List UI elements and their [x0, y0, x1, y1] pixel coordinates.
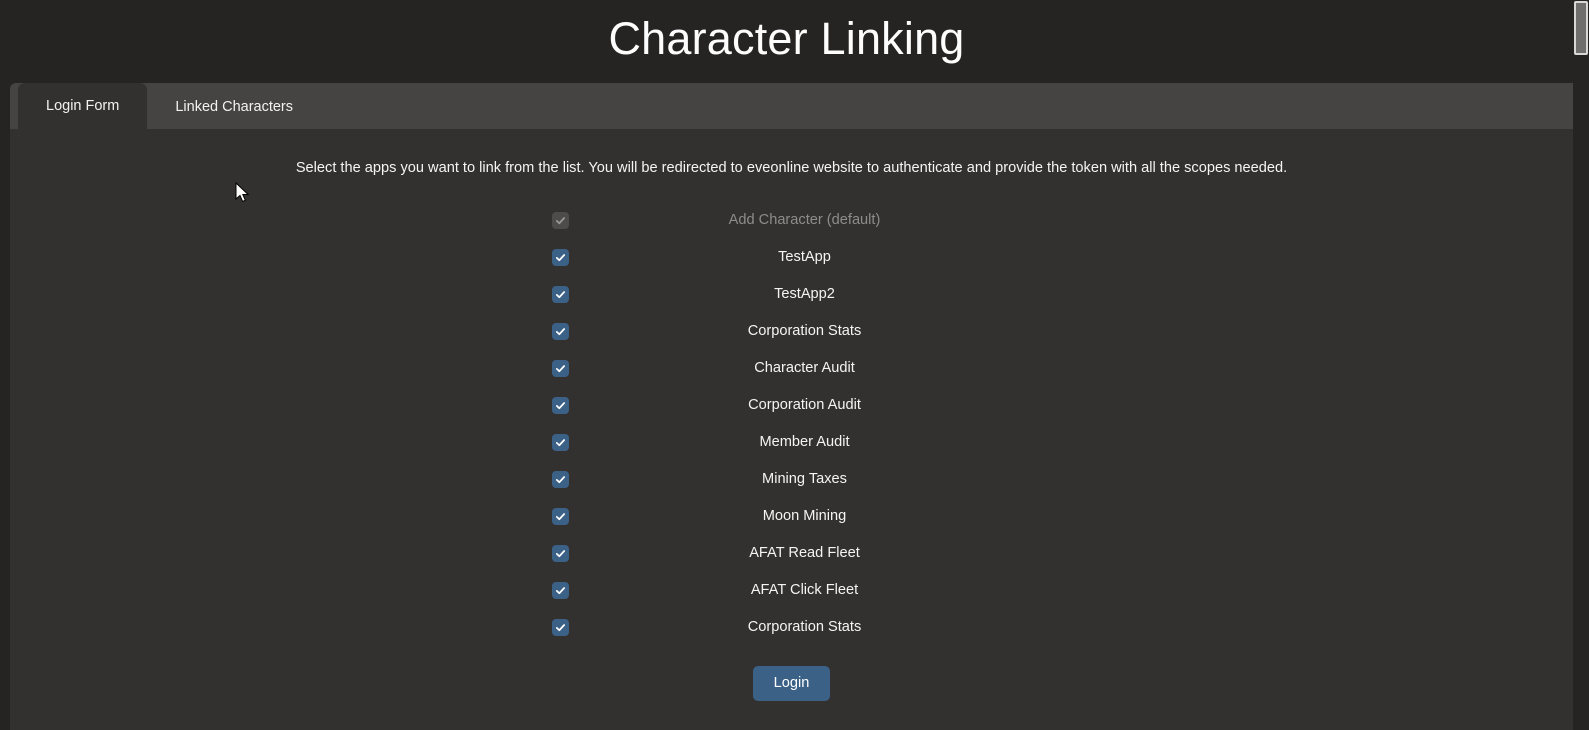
app-checkbox-testapp[interactable] — [551, 248, 569, 266]
app-row: AFAT Read Fleet — [10, 535, 1573, 572]
app-label: Add Character (default) — [728, 212, 881, 229]
checkbox-cell — [551, 433, 569, 451]
app-row: TestApp — [10, 239, 1573, 276]
page-header: Character Linking — [0, 0, 1573, 83]
app-checkbox-moon-mining[interactable] — [551, 507, 569, 525]
app-checkbox-corporation-stats[interactable] — [551, 322, 569, 340]
app-checkbox-testapp2[interactable] — [551, 285, 569, 303]
checkbox-cell — [551, 248, 569, 266]
app-label: TestApp — [778, 249, 831, 266]
checkbox-cell — [551, 211, 569, 229]
checkbox-cell — [551, 618, 569, 636]
checkbox-cell — [551, 322, 569, 340]
page-title: Character Linking — [608, 13, 965, 64]
app-label: Member Audit — [759, 434, 850, 451]
checkbox-cell — [551, 359, 569, 377]
app-row: Moon Mining — [10, 498, 1573, 535]
app-checkbox-mining-taxes[interactable] — [551, 470, 569, 488]
app-row: AFAT Click Fleet — [10, 572, 1573, 609]
page-scrollbar[interactable] — [1573, 0, 1589, 730]
tab-strip-wrapper: Login Form Linked Characters — [0, 83, 1573, 129]
app-checkbox-member-audit[interactable] — [551, 433, 569, 451]
app-row: Corporation Audit — [10, 387, 1573, 424]
app-label: AFAT Read Fleet — [749, 545, 860, 562]
app-label: Moon Mining — [762, 508, 847, 525]
app-label: Character Audit — [754, 360, 855, 377]
checkbox-cell — [551, 544, 569, 562]
checkbox-cell — [551, 285, 569, 303]
login-button[interactable]: Login — [752, 665, 831, 701]
tab-login-form[interactable]: Login Form — [18, 83, 148, 129]
app-row: Add Character (default) — [10, 202, 1573, 239]
app-row: Corporation Stats — [10, 313, 1573, 350]
app-checkbox-corporation-stats-2[interactable] — [551, 618, 569, 636]
app-checkbox-corporation-audit[interactable] — [551, 396, 569, 414]
login-form-panel: Select the apps you want to link from th… — [10, 129, 1573, 730]
app-checkbox-add-character-default — [551, 211, 569, 229]
login-button-row: Login — [10, 665, 1573, 701]
app-row: Character Audit — [10, 350, 1573, 387]
instructions-text: Select the apps you want to link from th… — [295, 160, 1288, 176]
checkbox-cell — [551, 396, 569, 414]
app-row: TestApp2 — [10, 276, 1573, 313]
app-checkbox-afat-click-fleet[interactable] — [551, 581, 569, 599]
tab-strip: Login Form Linked Characters — [10, 83, 1573, 129]
app-checkbox-list: Add Character (default) TestApp TestApp2 — [10, 202, 1573, 646]
app-label: TestApp2 — [774, 286, 835, 303]
checkbox-cell — [551, 470, 569, 488]
app-label: Corporation Stats — [747, 323, 862, 340]
app-row: Mining Taxes — [10, 461, 1573, 498]
app-row: Corporation Stats — [10, 609, 1573, 646]
checkbox-cell — [551, 581, 569, 599]
app-label: Corporation Stats — [747, 619, 862, 636]
app-checkbox-afat-read-fleet[interactable] — [551, 544, 569, 562]
app-label: Mining Taxes — [762, 471, 847, 488]
app-row: Member Audit — [10, 424, 1573, 461]
app-label: AFAT Click Fleet — [750, 582, 859, 599]
app-label: Corporation Audit — [748, 397, 861, 414]
tab-linked-characters[interactable]: Linked Characters — [147, 84, 321, 129]
checkbox-cell — [551, 507, 569, 525]
page-scrollbar-thumb[interactable] — [1574, 1, 1588, 55]
app-checkbox-character-audit[interactable] — [551, 359, 569, 377]
